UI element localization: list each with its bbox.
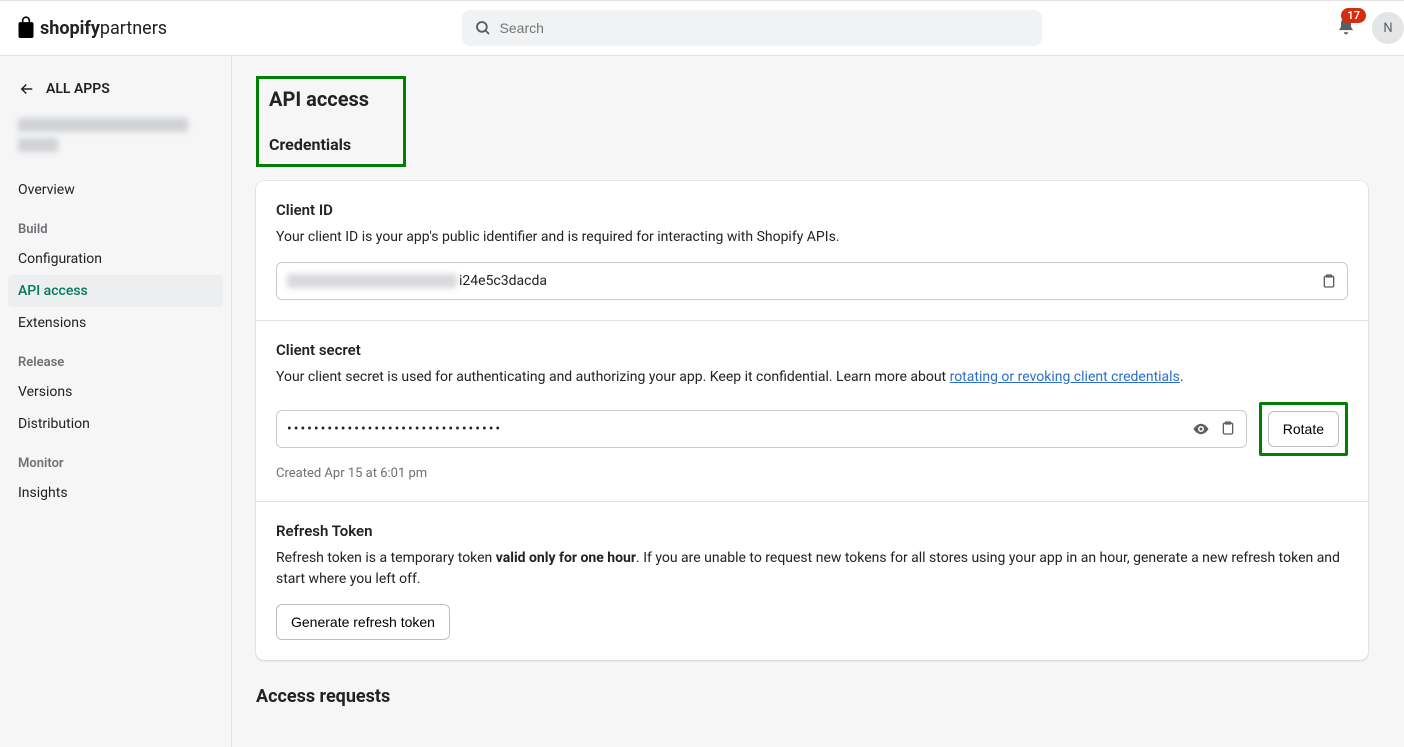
sidebar-item-extensions[interactable]: Extensions bbox=[8, 307, 223, 339]
avatar[interactable]: N bbox=[1372, 12, 1404, 44]
eye-icon bbox=[1192, 420, 1210, 438]
logo[interactable]: shopifypartners bbox=[16, 16, 167, 40]
clipboard-icon bbox=[1321, 273, 1337, 289]
topbar: shopifypartners 17 N bbox=[0, 0, 1404, 56]
refresh-token-title: Refresh Token bbox=[276, 522, 1348, 540]
client-secret-desc: Your client secret is used for authentic… bbox=[276, 367, 1348, 388]
client-id-redacted bbox=[287, 274, 457, 288]
app-name-redacted bbox=[8, 106, 223, 174]
rotating-credentials-link[interactable]: rotating or revoking client credentials bbox=[950, 369, 1180, 385]
copy-secret-button[interactable] bbox=[1220, 420, 1236, 438]
search-field[interactable] bbox=[462, 10, 1042, 46]
main-content: API access Credentials Client ID Your cl… bbox=[232, 56, 1392, 747]
shopify-bag-icon bbox=[16, 16, 36, 40]
sidebar-item-distribution[interactable]: Distribution bbox=[8, 408, 223, 440]
client-secret-section: Client secret Your client secret is used… bbox=[256, 321, 1368, 502]
search-input[interactable] bbox=[500, 20, 1030, 36]
topbar-right: 17 N bbox=[1336, 12, 1388, 44]
clipboard-icon bbox=[1220, 420, 1236, 436]
page-header-highlight: API access Credentials bbox=[256, 76, 406, 167]
sidebar-item-overview[interactable]: Overview bbox=[8, 174, 223, 206]
page-title: API access bbox=[269, 87, 393, 111]
client-secret-timestamp: Created Apr 15 at 6:01 pm bbox=[276, 466, 1348, 481]
sidebar: ALL APPS Overview Build Configuration AP… bbox=[0, 56, 232, 747]
search-wrap bbox=[167, 10, 1336, 46]
rotate-highlight: Rotate bbox=[1259, 402, 1348, 456]
access-requests-title: Access requests bbox=[256, 686, 1368, 707]
back-to-all-apps[interactable]: ALL APPS bbox=[8, 72, 223, 106]
sidebar-heading-release: Release bbox=[8, 339, 223, 376]
page-subtitle: Credentials bbox=[269, 135, 393, 154]
client-id-title: Client ID bbox=[276, 201, 1348, 219]
brand-name: shopifypartners bbox=[40, 18, 167, 39]
arrow-left-icon bbox=[18, 80, 36, 98]
notifications-button[interactable]: 17 bbox=[1336, 16, 1356, 40]
client-id-field[interactable]: i24e5c3dacda bbox=[276, 262, 1348, 300]
sidebar-item-versions[interactable]: Versions bbox=[8, 376, 223, 408]
search-icon bbox=[474, 19, 492, 37]
sidebar-item-configuration[interactable]: Configuration bbox=[8, 243, 223, 275]
copy-client-id-button[interactable] bbox=[1321, 273, 1337, 289]
client-secret-masked: •••••••••••••••••••••••••••••••• bbox=[287, 421, 1192, 437]
reveal-secret-button[interactable] bbox=[1192, 420, 1210, 438]
client-secret-field[interactable]: •••••••••••••••••••••••••••••••• bbox=[276, 410, 1247, 448]
credentials-card: Client ID Your client ID is your app's p… bbox=[256, 181, 1368, 660]
client-id-section: Client ID Your client ID is your app's p… bbox=[256, 181, 1368, 321]
sidebar-heading-monitor: Monitor bbox=[8, 440, 223, 477]
rotate-button[interactable]: Rotate bbox=[1268, 411, 1339, 447]
refresh-token-section: Refresh Token Refresh token is a tempora… bbox=[256, 502, 1368, 660]
sidebar-item-insights[interactable]: Insights bbox=[8, 477, 223, 509]
client-id-visible-tail: i24e5c3dacda bbox=[459, 273, 547, 289]
refresh-token-desc: Refresh token is a temporary token valid… bbox=[276, 548, 1348, 590]
back-label: ALL APPS bbox=[46, 81, 110, 97]
generate-refresh-token-button[interactable]: Generate refresh token bbox=[276, 604, 450, 640]
notification-badge: 17 bbox=[1341, 8, 1366, 23]
client-id-desc: Your client ID is your app's public iden… bbox=[276, 227, 1348, 248]
sidebar-heading-build: Build bbox=[8, 206, 223, 243]
sidebar-item-api-access[interactable]: API access bbox=[8, 275, 223, 307]
client-secret-title: Client secret bbox=[276, 341, 1348, 359]
